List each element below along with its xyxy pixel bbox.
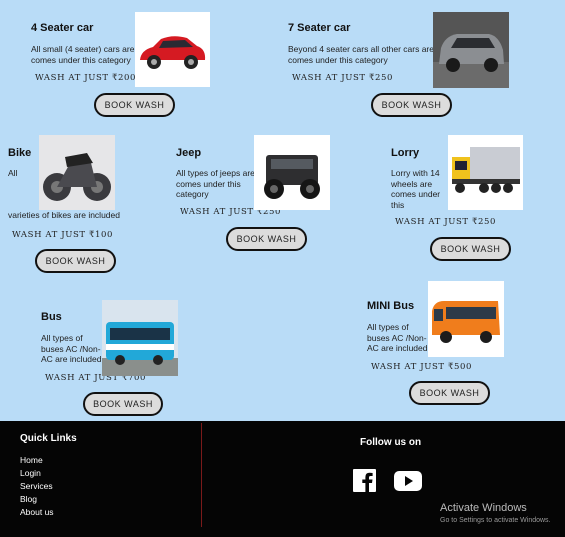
card-description: Lorry with 14 wheels are comes under thi…: [391, 168, 441, 210]
card-title: Jeep: [176, 147, 202, 159]
book-wash-button[interactable]: BOOK WASH: [409, 381, 490, 405]
card-price: WASH AT JUST ₹200: [35, 73, 137, 83]
activate-windows-title: Activate Windows: [440, 502, 527, 514]
mini-bus-image: [428, 281, 504, 357]
card-title: MINI Bus: [367, 300, 415, 312]
footer-link-about-us[interactable]: About us: [20, 507, 54, 517]
youtube-icon[interactable]: [394, 471, 422, 491]
card-title: 7 Seater car: [288, 22, 351, 34]
lorry-image: [448, 135, 523, 210]
footer-link-home[interactable]: Home: [20, 455, 43, 465]
jeep-image: [254, 135, 330, 210]
card-price: WASH AT JUST ₹500: [371, 362, 473, 372]
card-price: WASH AT JUST ₹250: [395, 217, 497, 227]
book-wash-button[interactable]: BOOK WASH: [35, 249, 116, 273]
footer-link-blog[interactable]: Blog: [20, 494, 37, 504]
card-description: All types of buses AC /Non-AC are includ…: [41, 333, 102, 364]
card-title: Bus: [41, 311, 62, 323]
book-wash-button[interactable]: BOOK WASH: [371, 93, 452, 117]
card-title: Bike: [8, 147, 32, 159]
card-description: All types of buses AC /Non-AC are includ…: [367, 322, 428, 353]
card-price: WASH AT JUST ₹100: [12, 230, 114, 240]
book-wash-button[interactable]: BOOK WASH: [94, 93, 175, 117]
red-car-image: [135, 12, 210, 87]
card-title: Lorry: [391, 147, 420, 159]
book-wash-button[interactable]: BOOK WASH: [430, 237, 511, 261]
card-description-bottom: varieties of bikes are included: [8, 210, 120, 220]
bus-image: [102, 300, 178, 376]
card-title: 4 Seater car: [31, 22, 94, 34]
footer: Quick Links Home Login Services Blog Abo…: [0, 421, 565, 537]
book-wash-button[interactable]: BOOK WASH: [226, 227, 307, 251]
footer-link-services[interactable]: Services: [20, 481, 53, 491]
card-price: WASH AT JUST ₹250: [292, 73, 394, 83]
book-wash-button[interactable]: BOOK WASH: [83, 392, 163, 416]
quick-links-title: Quick Links: [20, 433, 77, 444]
card-description: Beyond 4 seater cars all other cars are …: [288, 44, 434, 65]
card-description-top: All: [8, 168, 18, 178]
card-description: All small (4 seater) cars are comes unde…: [31, 44, 135, 65]
footer-link-login[interactable]: Login: [20, 468, 41, 478]
card-description: All types of jeeps are comes under this …: [176, 168, 255, 199]
activate-windows-subtitle: Go to Settings to activate Windows.: [440, 517, 551, 524]
facebook-icon[interactable]: [353, 469, 376, 492]
footer-divider: [201, 423, 202, 527]
gray-mpv-image: [433, 12, 509, 88]
follow-us-title: Follow us on: [360, 437, 422, 448]
motorbike-image: [39, 135, 115, 210]
